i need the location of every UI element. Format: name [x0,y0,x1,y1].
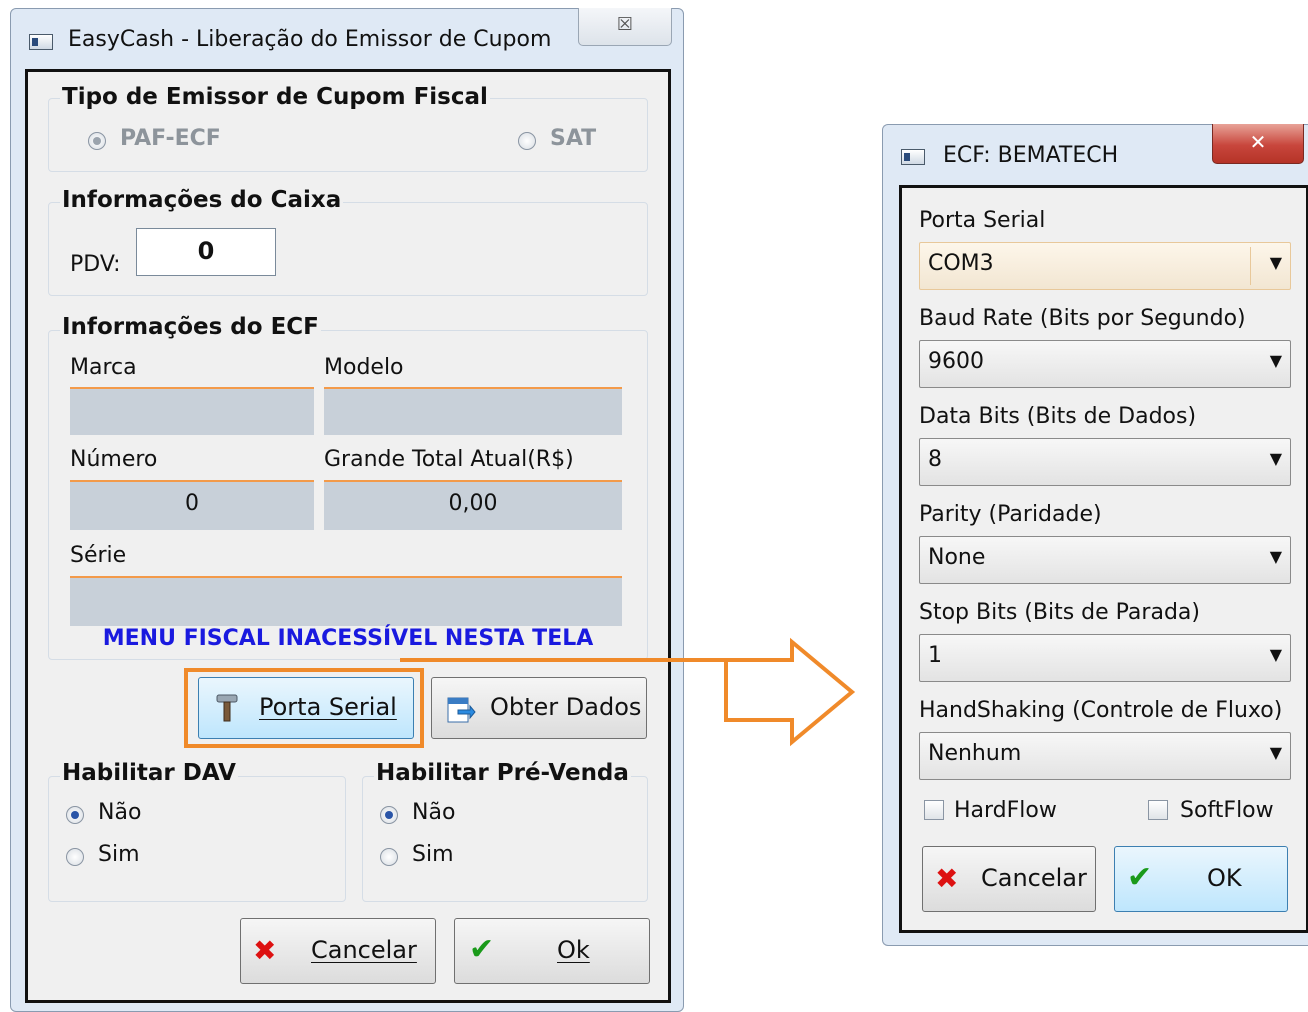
close-icon: ✕ [1249,130,1267,154]
main-window-title: EasyCash - Liberação do Emissor de Cupom [68,27,552,52]
app-window-icon [29,34,53,50]
baud-rate-select[interactable]: 9600 ▼ [919,340,1291,388]
chevron-down-icon: ▼ [1269,449,1282,468]
ecf-cancelar-button[interactable]: ✖ Cancelar [922,846,1096,912]
serie-field [70,576,622,626]
chevron-down-icon: ▼ [1269,743,1282,762]
softflow-label: SoftFlow [1180,798,1274,823]
modelo-field [324,387,622,435]
data-bits-label: Data Bits (Bits de Dados) [919,404,1197,429]
pdv-label: PDV: [70,252,121,277]
numero-label: Número [70,447,158,472]
grande-total-field: 0,00 [324,480,622,530]
stop-bits-label: Stop Bits (Bits de Parada) [919,600,1200,625]
marca-label: Marca [70,355,137,380]
checkmark-icon: ✔ [469,932,495,967]
radio-sat[interactable] [518,132,536,150]
porta-serial-value: COM3 [928,251,994,276]
dav-sim-label: Sim [98,842,140,867]
ecf-ok-button[interactable]: ✔ OK [1114,846,1288,912]
dav-group [48,776,346,902]
dav-nao-label: Não [98,800,142,825]
baud-rate-value: 9600 [928,349,984,374]
main-window: EasyCash - Liberação do Emissor de Cupom… [10,8,684,1012]
pre-venda-radio-nao[interactable] [380,806,398,824]
cancelar-label: Cancelar [311,936,417,964]
checkmark-icon: ✔ [1127,860,1153,895]
data-bits-value: 8 [928,447,942,472]
stop-bits-value: 1 [928,643,942,668]
caixa-title: Informações do Caixa [60,187,344,213]
modelo-label: Modelo [324,355,404,380]
ecf-info-title: Informações do ECF [60,314,321,340]
cancelar-button[interactable]: ✖ Cancelar [240,918,436,984]
porta-serial-field-label: Porta Serial [919,208,1046,233]
numero-field: 0 [70,480,314,530]
dav-title: Habilitar DAV [60,760,238,786]
ecf-window-title: ECF: BEMATECH [943,143,1119,168]
dav-radio-nao[interactable] [66,806,84,824]
pdv-input[interactable]: 0 [136,228,276,276]
pre-venda-sim-label: Sim [412,842,454,867]
baud-rate-label: Baud Rate (Bits por Segundo) [919,306,1246,331]
chevron-down-icon: ▼ [1269,645,1282,664]
ecf-ok-label: OK [1207,864,1242,892]
ecf-titlebar[interactable]: ECF: BEMATECH ✕ [883,124,1308,185]
radio-sat-label: SAT [550,126,597,151]
ok-button[interactable]: ✔ Ok [454,918,650,984]
chevron-down-icon: ▼ [1269,547,1282,566]
data-bits-select[interactable]: 8 ▼ [919,438,1291,486]
parity-label: Parity (Paridade) [919,502,1102,527]
parity-select[interactable]: None ▼ [919,536,1291,584]
serie-label: Série [70,543,127,568]
hammer-icon [211,692,243,730]
radio-paf-ecf-label: PAF-ECF [120,126,221,151]
main-close-button[interactable]: ☒ [578,8,672,46]
ecf-close-button[interactable]: ✕ [1212,124,1304,164]
main-titlebar[interactable]: EasyCash - Liberação do Emissor de Cupom… [11,8,683,69]
radio-paf-ecf[interactable] [88,132,106,150]
hardflow-label: HardFlow [954,798,1057,823]
pre-venda-title: Habilitar Pré-Venda [374,760,631,786]
porta-serial-select[interactable]: COM3 ▼ [919,242,1291,290]
handshaking-label: HandShaking (Controle de Fluxo) [919,698,1283,723]
porta-serial-button[interactable]: Porta Serial [198,677,414,739]
marca-field [70,387,314,435]
x-icon: ✖ [935,862,959,895]
pre-venda-radio-sim[interactable] [380,848,398,866]
ecf-window-icon [901,149,925,165]
pre-venda-nao-label: Não [412,800,456,825]
dav-radio-sim[interactable] [66,848,84,866]
porta-serial-label: Porta Serial [259,693,397,721]
stop-bits-select[interactable]: 1 ▼ [919,634,1291,682]
main-client-area: Tipo de Emissor de Cupom Fiscal PAF-ECF … [25,69,671,1003]
ok-label: Ok [557,936,590,964]
combo-divider [1250,247,1251,285]
softflow-checkbox[interactable] [1148,800,1168,820]
ecf-cancelar-label: Cancelar [981,864,1087,892]
grande-total-label: Grande Total Atual(R$) [324,447,574,472]
ecf-window: ECF: BEMATECH ✕ Porta Serial COM3 ▼ Baud… [882,124,1308,946]
x-icon: ✖ [253,934,277,967]
tipo-emissor-title: Tipo de Emissor de Cupom Fiscal [60,84,490,110]
parity-value: None [928,545,986,570]
hardflow-checkbox[interactable] [924,800,944,820]
chevron-down-icon: ▼ [1269,351,1282,370]
chevron-down-icon: ▼ [1269,253,1282,272]
orange-arrow-connector [400,637,856,747]
pre-venda-group [362,776,648,902]
handshaking-select[interactable]: Nenhum ▼ [919,732,1291,780]
close-icon: ☒ [616,14,634,35]
handshaking-value: Nenhum [928,741,1022,766]
ecf-client-area: Porta Serial COM3 ▼ Baud Rate (Bits por … [899,185,1308,933]
